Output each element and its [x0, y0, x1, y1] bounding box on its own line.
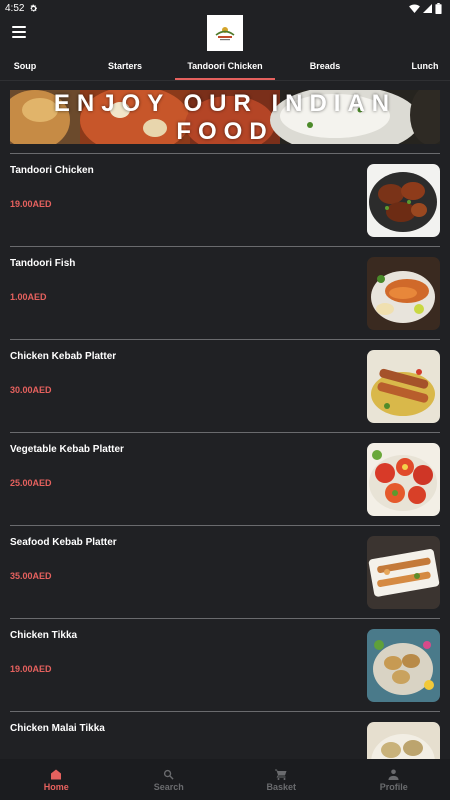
- tab-starters[interactable]: Starters: [100, 52, 150, 80]
- banner-headline: ENJOY OUR INDIAN FOOD: [53, 90, 397, 144]
- app-bar: [0, 15, 450, 51]
- signal-icon: [423, 3, 432, 13]
- item-price: 25.00AED: [10, 478, 52, 488]
- menu-item-seafood-kebab-platter[interactable]: Seafood Kebab Platter 35.00AED: [10, 525, 440, 618]
- status-time: 4:52: [5, 2, 25, 14]
- wifi-icon: [409, 3, 420, 13]
- tab-soup[interactable]: Soup: [4, 52, 46, 80]
- item-price: 1.00AED: [10, 292, 47, 302]
- tab-breads[interactable]: Breads: [300, 52, 350, 80]
- tab-divider: [0, 80, 450, 81]
- item-image: [367, 722, 440, 759]
- item-price: 19.00AED: [10, 664, 52, 674]
- item-name: Vegetable Kebab Platter: [10, 444, 124, 455]
- item-price: 30.00AED: [10, 385, 52, 395]
- item-image: [367, 536, 440, 609]
- item-name: Chicken Tikka: [10, 630, 78, 641]
- menu-item-tandoori-fish[interactable]: Tandoori Fish 1.00AED: [10, 246, 440, 339]
- item-name: Chicken Kebab Platter: [10, 351, 117, 362]
- restaurant-logo[interactable]: [207, 15, 243, 51]
- item-name: Tandoori Chicken: [10, 165, 94, 176]
- battery-icon: [435, 2, 442, 14]
- menu-item-chicken-malai-tikka[interactable]: Chicken Malai Tikka: [10, 711, 440, 759]
- bottom-navigation: Home Search Basket Profile: [0, 759, 450, 800]
- promo-banner[interactable]: ENJOY OUR INDIAN FOOD: [10, 90, 440, 144]
- item-image: [367, 443, 440, 516]
- category-tabs: Soup Starters Tandoori Chicken Breads Lu…: [0, 52, 450, 80]
- item-price: 19.00AED: [10, 199, 52, 209]
- hamburger-menu-icon[interactable]: [12, 25, 26, 39]
- menu-item-tandoori-chicken[interactable]: Tandoori Chicken 19.00AED: [10, 153, 440, 246]
- item-name: Seafood Kebab Platter: [10, 537, 117, 548]
- nav-basket[interactable]: Basket: [225, 759, 338, 800]
- nav-search[interactable]: Search: [113, 759, 226, 800]
- home-icon: [51, 769, 62, 780]
- nav-home[interactable]: Home: [0, 759, 113, 800]
- nav-profile[interactable]: Profile: [338, 759, 450, 800]
- item-image: [367, 350, 440, 423]
- menu-item-vegetable-kebab-platter[interactable]: Vegetable Kebab Platter 25.00AED: [10, 432, 440, 525]
- tab-tandoori-chicken[interactable]: Tandoori Chicken: [175, 52, 275, 80]
- item-image: [367, 629, 440, 702]
- menu-item-chicken-kebab-platter[interactable]: Chicken Kebab Platter 30.00AED: [10, 339, 440, 432]
- tab-lunch[interactable]: Lunch: [404, 52, 446, 80]
- status-bar: 4:52: [0, 0, 450, 16]
- settings-icon: [30, 4, 38, 11]
- search-icon: [164, 769, 174, 780]
- item-name: Tandoori Fish: [10, 258, 76, 269]
- logo-icon: [215, 27, 235, 41]
- item-image: [367, 164, 440, 237]
- person-icon: [388, 769, 399, 780]
- cart-icon: [275, 769, 287, 780]
- menu-item-list: Tandoori Chicken 19.00AED Tandoori Fish …: [10, 153, 440, 759]
- menu-item-chicken-tikka[interactable]: Chicken Tikka 19.00AED: [10, 618, 440, 711]
- item-image: [367, 257, 440, 330]
- item-price: 35.00AED: [10, 571, 52, 581]
- item-name: Chicken Malai Tikka: [10, 723, 105, 734]
